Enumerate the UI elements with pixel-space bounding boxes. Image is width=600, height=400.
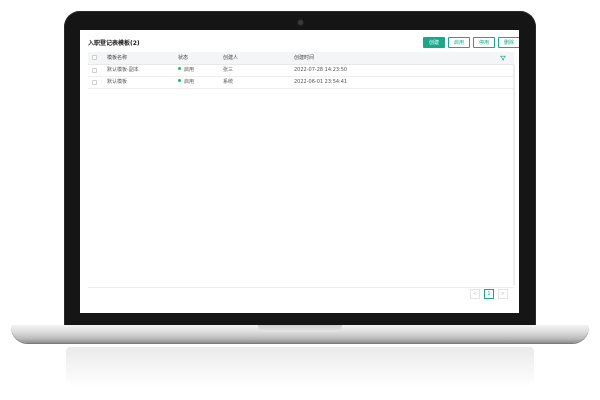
- enable-button[interactable]: 启用: [448, 37, 470, 48]
- pagination-page-1[interactable]: 1: [484, 289, 494, 299]
- select-all-checkbox[interactable]: [92, 55, 97, 60]
- laptop-notch: [258, 325, 342, 332]
- status-label: 启用: [184, 67, 195, 73]
- delete-button[interactable]: 删除: [498, 37, 519, 48]
- laptop-mockup: 入职登记表模板(2) 创建 启用 停用 删除 模板名称 状态 创建人 创建时间 …: [0, 0, 600, 400]
- created-time: 2022-07-28 14:23:50: [294, 67, 348, 73]
- vertical-scrollbar[interactable]: [513, 65, 515, 285]
- divider: [88, 287, 514, 288]
- filter-icon[interactable]: [500, 55, 506, 61]
- laptop-screen: 入职登记表模板(2) 创建 启用 停用 删除 模板名称 状态 创建人 创建时间 …: [80, 30, 519, 313]
- creator-name: 张三: [223, 67, 234, 73]
- created-time: 2022-06-01 23:54:41: [294, 79, 348, 85]
- create-button[interactable]: 创建: [423, 37, 445, 48]
- disable-button[interactable]: 停用: [473, 37, 495, 48]
- template-table: 模板名称 状态 创建人 创建时间 默认模板-副本 启用 张三 2022-07-2…: [88, 52, 514, 89]
- row-checkbox[interactable]: [92, 80, 97, 85]
- column-header-status[interactable]: 状态: [178, 52, 188, 64]
- status-label: 启用: [184, 79, 195, 85]
- row-checkbox[interactable]: [92, 68, 97, 73]
- template-name: 默认模板: [107, 79, 128, 85]
- column-header-time[interactable]: 创建时间: [294, 52, 314, 64]
- status-dot-icon: [178, 79, 181, 82]
- pagination-next-button[interactable]: >: [498, 289, 508, 299]
- creator-name: 系统: [223, 79, 234, 85]
- column-header-name[interactable]: 模板名称: [107, 52, 127, 64]
- table-header: 模板名称 状态 创建人 创建时间: [88, 52, 514, 65]
- status-cell: 启用: [178, 77, 194, 88]
- column-header-creator[interactable]: 创建人: [223, 52, 238, 64]
- page-title: 入职登记表模板(2): [88, 40, 140, 47]
- status-cell: 启用: [178, 65, 194, 76]
- template-name: 默认模板-副本: [107, 67, 139, 73]
- table-row[interactable]: 默认模板 启用 系统 2022-06-01 23:54:41: [88, 77, 514, 89]
- pagination-prev-button[interactable]: <: [470, 289, 480, 299]
- camera-icon: [298, 20, 303, 25]
- laptop-reflection: [66, 347, 534, 387]
- status-dot-icon: [178, 67, 181, 70]
- table-row[interactable]: 默认模板-副本 启用 张三 2022-07-28 14:23:50: [88, 65, 514, 77]
